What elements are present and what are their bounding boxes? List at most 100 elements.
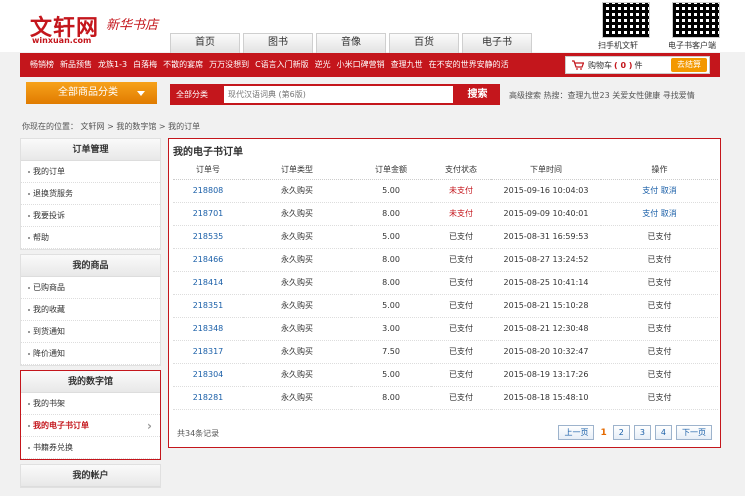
sidebar-item-arrival-notice[interactable]: 到货通知 <box>21 321 160 343</box>
nav-tab-general[interactable]: 百货 <box>389 33 459 53</box>
hot-search-links[interactable]: 高级搜索 热搜：查理九世23 关爱女性健康 寻找爱情 <box>509 90 695 101</box>
order-action: 已支付 <box>601 363 718 387</box>
sidebar-item-complaint[interactable]: 我要投诉 <box>21 205 160 227</box>
order-type: 永久购买 <box>243 294 351 318</box>
nav-tab-books[interactable]: 图书 <box>243 33 313 53</box>
promo-link[interactable]: 白落梅 <box>133 59 157 70</box>
order-id-link[interactable]: 218281 <box>173 386 243 410</box>
cart-label: 购物车 <box>588 60 612 70</box>
order-id-link[interactable]: 218466 <box>173 248 243 272</box>
page-title: 我的电子书订单 <box>173 147 243 158</box>
page-button[interactable]: 4 <box>654 425 672 440</box>
promo-link[interactable]: C语言入门新版 <box>255 59 309 70</box>
order-time: 2015-08-18 15:48:10 <box>491 386 601 410</box>
order-type: 永久购买 <box>243 248 351 272</box>
qr-client-label[interactable]: 电子书客户端 <box>668 40 716 51</box>
main-nav: 首页 图书 音像 百货 电子书 <box>170 33 535 53</box>
sidebar-section-title: 我的商品 <box>21 255 160 277</box>
order-time: 2015-08-27 13:24:52 <box>491 248 601 272</box>
search-input[interactable] <box>228 86 453 103</box>
cart-widget[interactable]: 购物车 ( 0 ) 件 去结算 <box>565 56 710 74</box>
orders-table: 订单号 订单类型 订单金额 支付状态 下单时间 操作 218808 永久购买 5.0… <box>173 161 718 410</box>
order-type: 永久购买 <box>243 202 351 226</box>
table-row: 218304 永久购买 5.00 已支付 2015-08-19 13:17:26 已支付 <box>173 363 718 387</box>
top-header: 文轩网 新华书店 winxuan.com 首页 图书 音像 百货 电子书 扫手机… <box>0 0 745 53</box>
breadcrumb[interactable]: 你现在的位置： 文轩网 > 我的数字馆 > 我的订单 <box>22 121 200 132</box>
payment-status: 未支付 <box>431 202 491 226</box>
promo-link[interactable]: 在不安的世界安静的活 <box>429 59 509 70</box>
order-time: 2015-08-21 12:30:48 <box>491 317 601 341</box>
sidebar-section-title: 我的帐户 <box>21 465 160 487</box>
order-action[interactable]: 支付 取消 <box>601 179 718 203</box>
page-button[interactable]: 3 <box>633 425 651 440</box>
sidebar-item-help[interactable]: 帮助 <box>21 227 160 249</box>
nav-tab-media[interactable]: 音像 <box>316 33 386 53</box>
sidebar-item-voucher[interactable]: 书籍券兑换 <box>21 437 160 459</box>
sidebar-item-returns[interactable]: 退换货服务 <box>21 183 160 205</box>
promo-link[interactable]: 不散的宴席 <box>163 59 203 70</box>
site-logo[interactable]: 文轩网 新华书店 winxuan.com <box>30 8 160 48</box>
checkout-button[interactable]: 去结算 <box>671 58 707 72</box>
order-amount: 5.00 <box>351 363 431 387</box>
order-amount: 8.00 <box>351 386 431 410</box>
promo-bar: 畅销榜 新品预售 龙族1-3 白落梅 不散的宴席 万万没想到 C语言入门新版 逆光 小米口碑营销… <box>20 53 720 77</box>
promo-link[interactable]: 查理九世 <box>391 59 423 70</box>
current-page: 1 <box>600 427 607 438</box>
next-page-button[interactable]: 下一页 <box>676 425 712 440</box>
order-action: 已支付 <box>601 248 718 272</box>
cart-count: ( 0 ) <box>614 60 633 70</box>
promo-link[interactable]: 畅销榜 <box>30 59 54 70</box>
order-type: 永久购买 <box>243 271 351 295</box>
sidebar-item-purchased[interactable]: 已购商品 <box>21 277 160 299</box>
sidebar-item-favorites[interactable]: 我的收藏 <box>21 299 160 321</box>
order-amount: 5.00 <box>351 225 431 249</box>
logo-sub-text: 新华书店 <box>106 18 159 33</box>
qr-app-label[interactable]: 扫手机文轩 <box>598 40 638 51</box>
order-id-link[interactable]: 218535 <box>173 225 243 249</box>
page-button[interactable]: 2 <box>612 425 630 440</box>
order-action[interactable]: 支付 取消 <box>601 202 718 226</box>
order-id-link[interactable]: 218414 <box>173 271 243 295</box>
order-time: 2015-08-31 16:59:53 <box>491 225 601 249</box>
promo-link[interactable]: 龙族1-3 <box>98 59 127 70</box>
orders-body: 218808 永久购买 5.00 未支付 2015-09-16 10:04:03 支付 取… <box>173 179 718 410</box>
order-action: 已支付 <box>601 317 718 341</box>
table-row: 218317 永久购买 7.50 已支付 2015-08-20 10:32:47 已支付 <box>173 340 718 364</box>
order-action: 已支付 <box>601 386 718 410</box>
order-id-link[interactable]: 218351 <box>173 294 243 318</box>
nav-tab-home[interactable]: 首页 <box>170 33 240 53</box>
promo-links: 畅销榜 新品预售 龙族1-3 白落梅 不散的宴席 万万没想到 C语言入门新版 逆光 小米口碑营销… <box>30 59 515 70</box>
order-type: 永久购买 <box>243 363 351 387</box>
sidebar-section-title: 我的数字馆 <box>21 371 160 393</box>
sidebar-item-bookshelf[interactable]: 我的书架 <box>21 393 160 415</box>
promo-link[interactable]: 小米口碑营销 <box>337 59 385 70</box>
prev-page-button[interactable]: 上一页 <box>558 425 595 440</box>
sidebar-section-orders: 订单管理 我的订单 退换货服务 我要投诉 帮助 <box>20 138 161 250</box>
payment-status: 已支付 <box>431 271 491 295</box>
nav-tab-ebooks[interactable]: 电子书 <box>462 33 532 53</box>
order-amount: 5.00 <box>351 179 431 203</box>
order-id-link[interactable]: 218701 <box>173 202 243 226</box>
order-type: 永久购买 <box>243 386 351 410</box>
order-id-link[interactable]: 218348 <box>173 317 243 341</box>
order-id-link[interactable]: 218808 <box>173 179 243 203</box>
search-category-select[interactable]: 全部分类 <box>172 86 224 103</box>
promo-link[interactable]: 逆光 <box>315 59 331 70</box>
all-categories-button[interactable]: 全部商品分类 <box>26 82 157 104</box>
sidebar-item-my-orders[interactable]: 我的订单 <box>21 161 160 183</box>
order-type: 永久购买 <box>243 225 351 249</box>
payment-status: 已支付 <box>431 340 491 364</box>
promo-link[interactable]: 万万没想到 <box>209 59 249 70</box>
order-amount: 8.00 <box>351 271 431 295</box>
sidebar-section-digital: 我的数字馆 我的书架 我的电子书订单 书籍券兑换 <box>20 370 161 460</box>
order-amount: 8.00 <box>351 248 431 272</box>
search-button[interactable]: 搜索 <box>455 84 500 105</box>
column-header: 订单号 <box>173 161 243 180</box>
order-id-link[interactable]: 218304 <box>173 363 243 387</box>
order-id-link[interactable]: 218317 <box>173 340 243 364</box>
sidebar-item-price-drop[interactable]: 降价通知 <box>21 343 160 365</box>
table-row: 218466 永久购买 8.00 已支付 2015-08-27 13:24:52 已支付 <box>173 248 718 272</box>
sidebar-item-ebook-orders[interactable]: 我的电子书订单 <box>21 415 160 437</box>
promo-link[interactable]: 新品预售 <box>60 59 92 70</box>
table-row: 218535 永久购买 5.00 已支付 2015-08-31 16:59:53 已支付 <box>173 225 718 249</box>
